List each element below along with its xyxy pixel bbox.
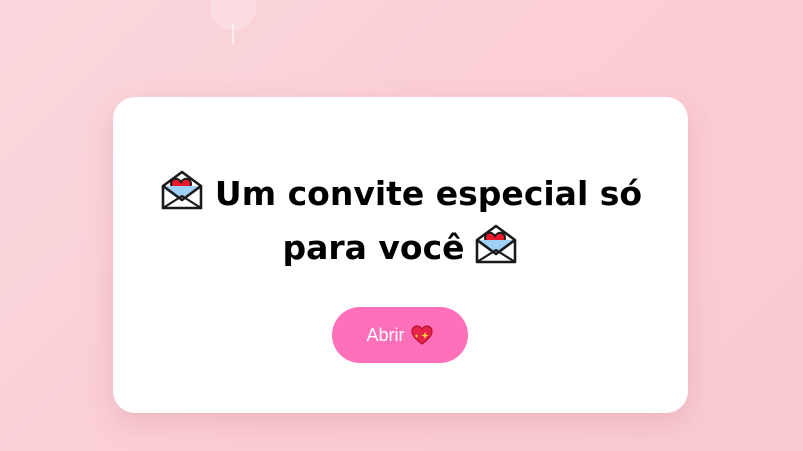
title-text-line-1: Um convite especial só: [214, 174, 643, 213]
envelope-with-heart-icon: [475, 224, 516, 264]
sparkling-heart-icon: [410, 325, 433, 345]
open-invitation-button[interactable]: Abrir: [332, 307, 468, 363]
title-text-line-2: para você: [282, 228, 465, 267]
invitation-title: Um convite especial só para você: [133, 167, 668, 275]
title-line-1: Um convite especial só: [133, 167, 668, 221]
title-line-2: para você: [133, 221, 668, 275]
balloon-string: [232, 24, 234, 44]
open-button-label: Abrir: [366, 324, 405, 345]
envelope-with-heart-icon: [161, 170, 203, 210]
invitation-card: Um convite especial só para você Abrir: [113, 97, 688, 413]
